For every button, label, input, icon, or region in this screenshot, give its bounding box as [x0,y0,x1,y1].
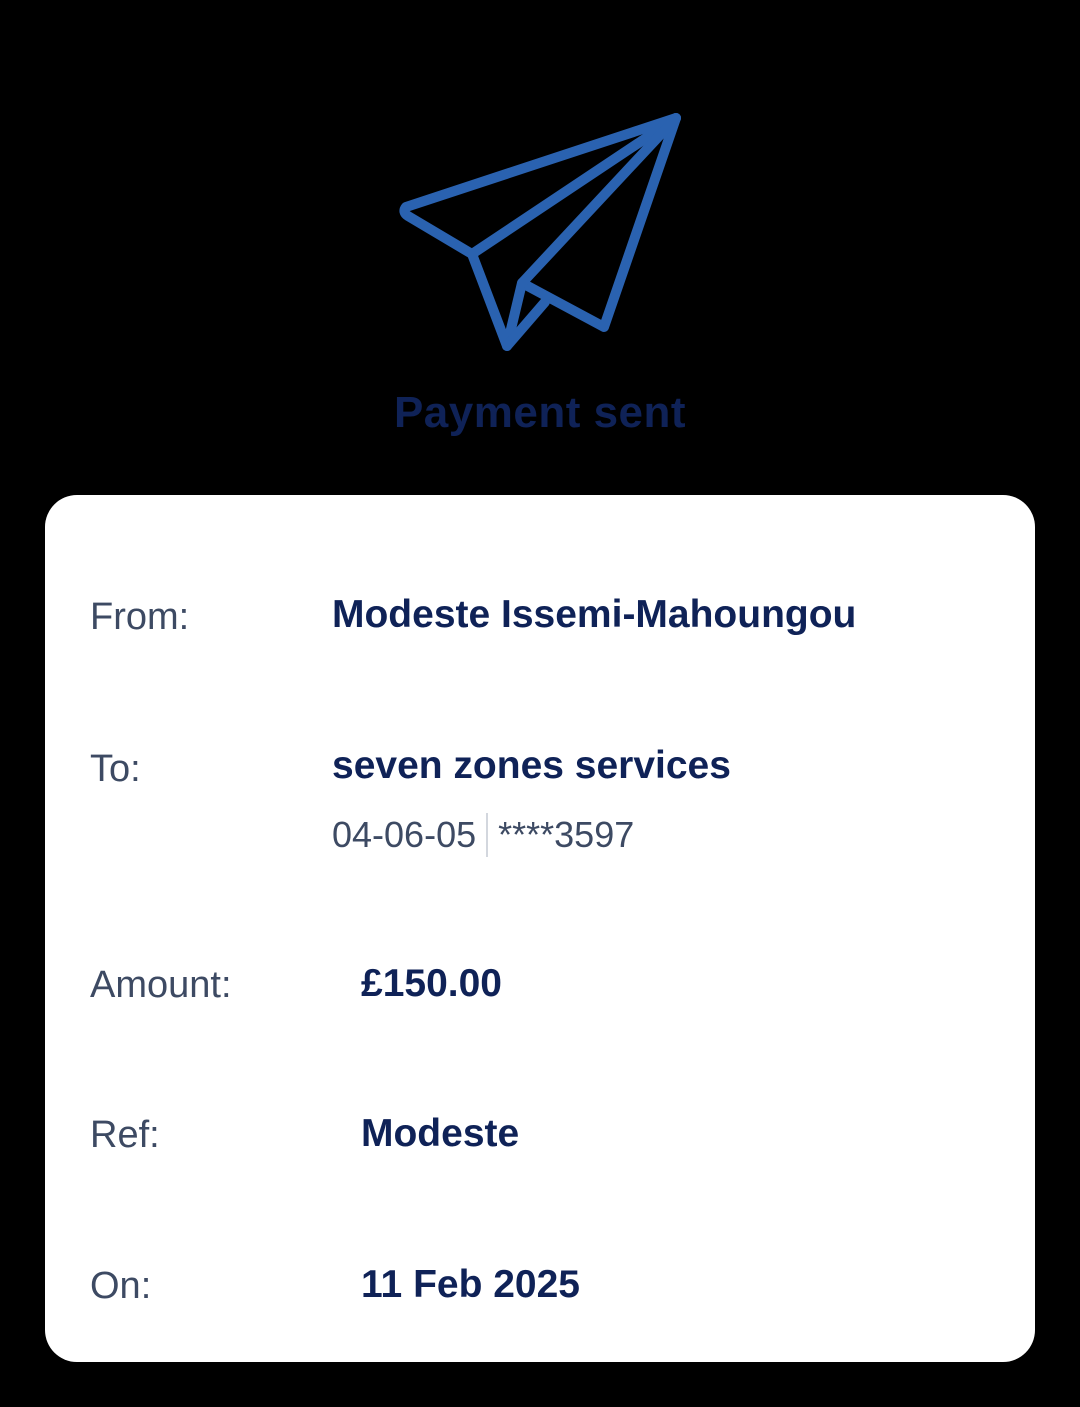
page-title: Payment sent [393,388,687,437]
from-label: From: [90,596,190,638]
paper-plane-icon [399,113,681,351]
date-value: 11 Feb 2025 [361,1263,580,1306]
divider [486,813,489,857]
amount-label: Amount: [90,964,232,1006]
amount-value: £150.00 [361,962,502,1005]
to-value: seven zones services [332,744,731,787]
date-label: On: [90,1265,152,1307]
sort-code: 04-06-05 [332,814,477,855]
account-details: 04-06-05 ****3597 [332,813,634,857]
ref-label: Ref: [90,1114,160,1156]
payment-details-card: From: Modeste Issemi-Mahoungou To: seven… [45,495,1035,1362]
to-label: To: [90,748,141,790]
ref-value: Modeste [361,1112,520,1155]
from-value: Modeste Issemi-Mahoungou [332,593,857,636]
account-number: ****3597 [498,814,635,855]
